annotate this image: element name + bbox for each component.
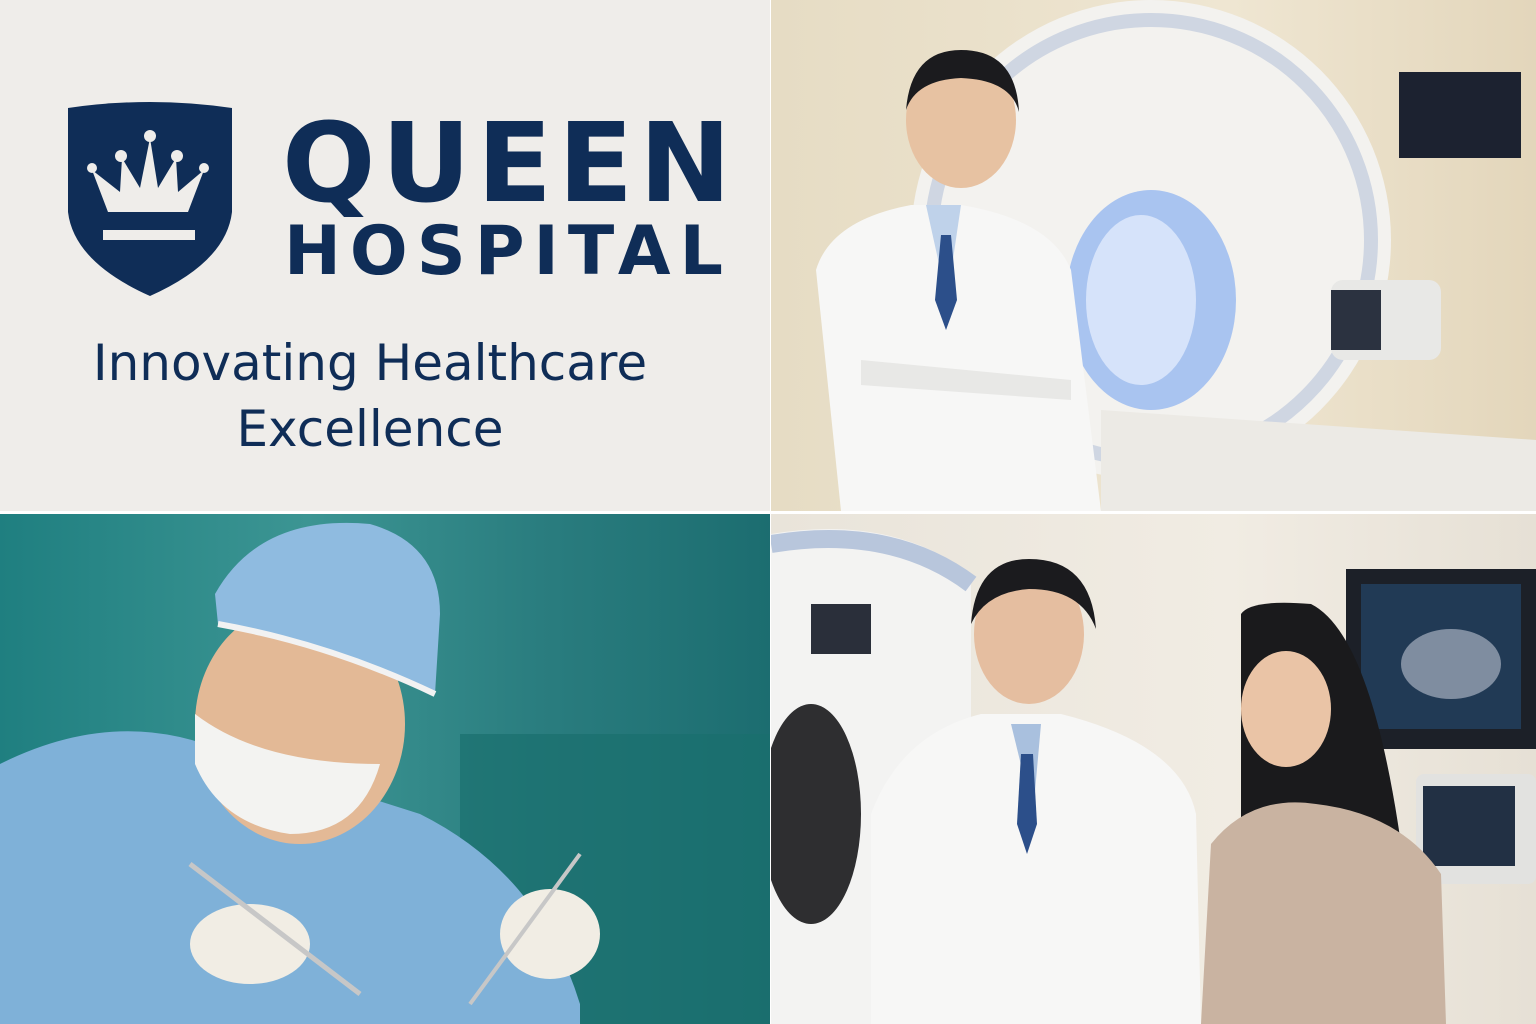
mri-scene-image bbox=[816, 0, 1536, 511]
brand-panel: QUEEN HOSPITAL Innovating Healthcare Exc… bbox=[0, 0, 770, 511]
surgeon-scene-image bbox=[0, 522, 770, 1024]
consultation-scene-image bbox=[771, 529, 1536, 1024]
photo-doctor-mri bbox=[771, 0, 1536, 511]
photo-doctor-patient bbox=[771, 514, 1536, 1024]
brand-name-queen: QUEEN bbox=[282, 99, 738, 227]
crown-shield-icon bbox=[68, 102, 232, 296]
brand-name-hospital: HOSPITAL bbox=[284, 212, 732, 291]
tagline-line-2: Excellence bbox=[236, 400, 504, 458]
tagline-line-1: Innovating Healthcare bbox=[92, 334, 648, 392]
tagline: Innovating Healthcare Excellence bbox=[0, 330, 740, 462]
photo-surgeon bbox=[0, 514, 770, 1024]
